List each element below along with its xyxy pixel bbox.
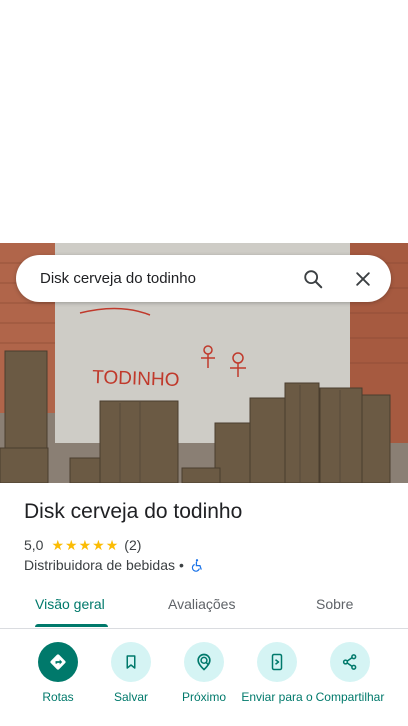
rating-row[interactable]: 5,0 ★ ★ ★ ★ ★ (2) xyxy=(24,536,141,554)
directions-label: Rotas xyxy=(42,690,74,704)
star-icon: ★ xyxy=(65,537,78,553)
search-query-text[interactable]: Disk cerveja do todinho xyxy=(40,270,301,287)
place-title: Disk cerveja do todinho xyxy=(24,500,243,523)
category-row: Distribuidora de bebidas • xyxy=(24,556,204,574)
save-button[interactable]: Salvar xyxy=(91,642,171,704)
wheelchair-accessible-icon xyxy=(190,558,204,572)
send-to-phone-label: Enviar para o xyxy=(241,690,313,704)
bookmark-icon[interactable] xyxy=(111,642,151,682)
separator-dot: • xyxy=(178,557,184,573)
save-label: Salvar xyxy=(113,690,148,704)
search-icon[interactable] xyxy=(301,267,325,291)
star-icon: ★ xyxy=(92,537,105,553)
star-icon: ★ xyxy=(51,537,65,553)
share-button[interactable]: Compartilhar xyxy=(310,642,390,704)
send-to-phone-button[interactable]: Enviar para o xyxy=(237,642,317,704)
wall-graffiti-text: TODINHO xyxy=(92,367,180,391)
share-icon[interactable] xyxy=(330,642,370,682)
rating-stars: ★ ★ ★ ★ ★ xyxy=(51,538,118,552)
place-tabs: Visão geral Avaliações Sobre xyxy=(0,588,408,629)
nearby-label: Próximo xyxy=(181,690,226,704)
close-icon[interactable] xyxy=(351,267,375,291)
place-category: Distribuidora de bebidas xyxy=(24,557,175,573)
tab-reviews[interactable]: Avaliações xyxy=(168,596,235,612)
tab-overview[interactable]: Visão geral xyxy=(35,596,105,612)
share-label: Compartilhar xyxy=(315,690,385,704)
directions-icon[interactable] xyxy=(38,642,78,682)
active-tab-indicator xyxy=(35,624,108,627)
nearby-button[interactable]: Próximo xyxy=(164,642,244,704)
nearby-icon[interactable] xyxy=(184,642,224,682)
review-count[interactable]: (2) xyxy=(124,537,141,553)
rating-value: 5,0 xyxy=(24,537,44,553)
directions-button[interactable]: Rotas xyxy=(18,642,98,704)
map-blank-area xyxy=(0,0,408,243)
star-icon: ★ xyxy=(105,537,119,553)
search-bar[interactable]: Disk cerveja do todinho xyxy=(16,255,391,302)
star-icon: ★ xyxy=(78,537,92,553)
send-to-phone-icon[interactable] xyxy=(257,642,297,682)
tab-about[interactable]: Sobre xyxy=(316,596,353,612)
